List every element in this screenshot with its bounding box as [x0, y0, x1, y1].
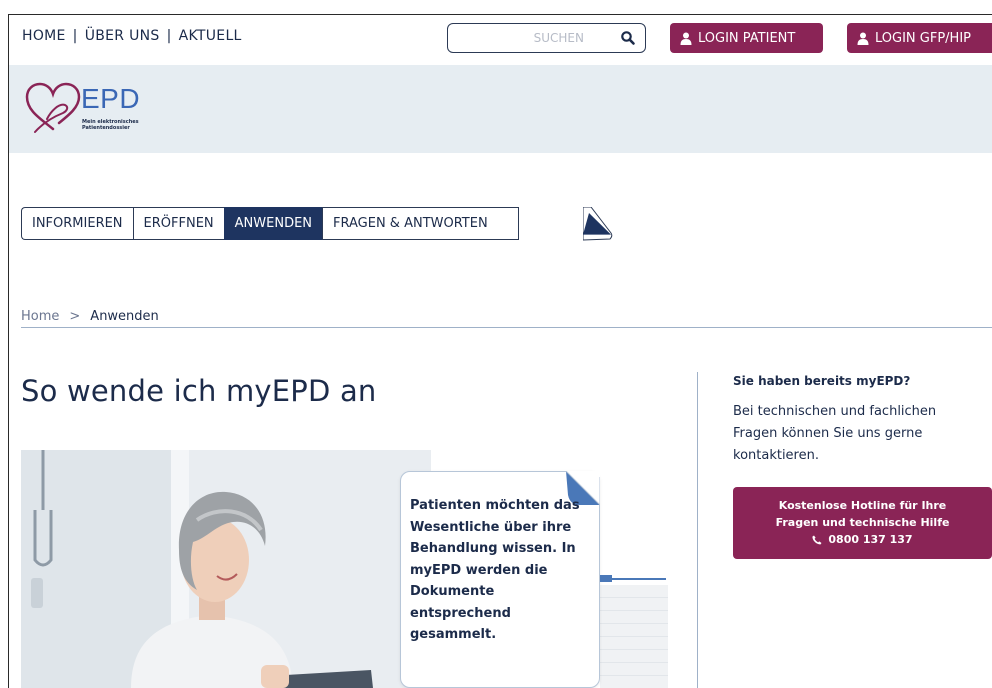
sidebar-title: Sie haben bereits myEPD?	[733, 374, 911, 388]
nav-separator: |	[72, 28, 78, 44]
top-bar: HOME | ÜBER UNS | AKTUELL LOGIN PATIENT …	[9, 15, 992, 65]
sidebar-text: Bei technischen und fachlichen Fragen kö…	[733, 404, 937, 463]
top-navigation: HOME | ÜBER UNS | AKTUELL	[22, 28, 242, 44]
card-connector-marker	[600, 575, 612, 582]
search-icon[interactable]	[620, 30, 636, 46]
search-box	[447, 23, 646, 53]
search-input[interactable]	[458, 28, 608, 48]
main-tabs: INFORMIEREN ERÖFFNEN ANWENDEN FRAGEN & A…	[21, 207, 519, 240]
phone-icon	[812, 535, 822, 544]
tab-eroeffnen[interactable]: ERÖFFNEN	[132, 207, 224, 240]
site-logo[interactable]: EPD Mein elektronisches Patientendossier	[23, 79, 153, 139]
breadcrumb-divider	[21, 327, 992, 328]
breadcrumb: Home > Anwenden	[21, 309, 159, 324]
tab-informieren[interactable]: INFORMIEREN	[21, 207, 133, 240]
logo-band: EPD Mein elektronisches Patientendossier	[9, 65, 992, 153]
nav-separator: |	[166, 28, 172, 44]
login-patient-button[interactable]: LOGIN PATIENT	[670, 23, 823, 53]
hotline-button[interactable]: Kostenlose Hotline für Ihre Fragen und t…	[733, 487, 992, 559]
hero-image	[21, 450, 431, 688]
nav-home-link[interactable]: HOME	[22, 28, 66, 44]
column-divider	[697, 372, 698, 688]
tab-corner-fold-icon	[583, 207, 613, 241]
tab-anwenden[interactable]: ANWENDEN	[223, 207, 323, 240]
logo-title: EPD	[81, 83, 141, 114]
hotline-phone-number: 0800 137 137	[828, 533, 913, 546]
logo-subtitle-line: Patientendossier	[82, 125, 130, 131]
background-blinds	[600, 585, 668, 688]
heart-logo-icon	[25, 82, 81, 133]
user-icon	[857, 32, 869, 45]
info-card-text: Patienten möchten das Wesentliche über i…	[410, 498, 580, 642]
breadcrumb-separator: >	[69, 309, 81, 324]
hotline-line: Kostenlose Hotline für Ihre	[778, 499, 947, 512]
login-patient-label: LOGIN PATIENT	[698, 30, 796, 46]
login-gfp-label: LOGIN GFP/HIP	[875, 30, 971, 46]
user-icon	[680, 32, 692, 45]
breadcrumb-current: Anwenden	[90, 309, 159, 324]
logo-subtitle: Mein elektronisches Patientendossier	[82, 119, 152, 131]
nav-news-link[interactable]: AKTUELL	[179, 28, 242, 44]
breadcrumb-home-link[interactable]: Home	[21, 309, 59, 324]
page-title: So wende ich myEPD an	[21, 374, 377, 408]
tab-fragen-antworten[interactable]: FRAGEN & ANTWORTEN	[322, 207, 519, 240]
nav-about-link[interactable]: ÜBER UNS	[85, 28, 160, 44]
login-gfp-button[interactable]: LOGIN GFP/HIP	[847, 23, 992, 53]
hotline-line: Fragen und technische Hilfe	[775, 516, 950, 529]
patient-photo-illustration	[21, 450, 431, 688]
hotline-phone: 0800 137 137	[812, 531, 913, 548]
